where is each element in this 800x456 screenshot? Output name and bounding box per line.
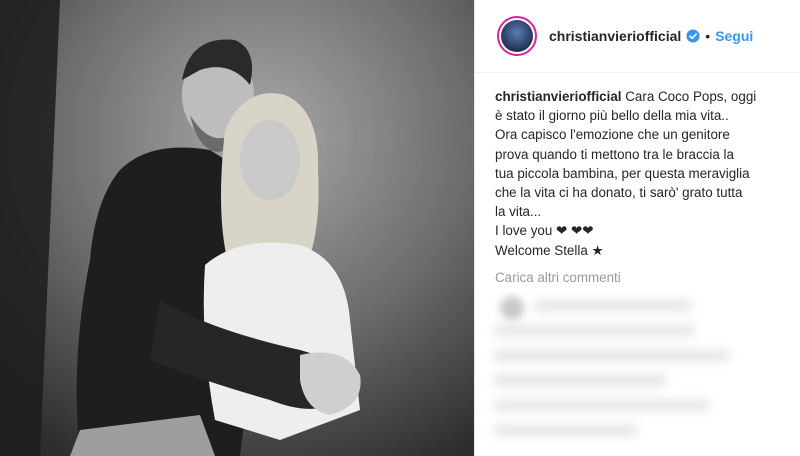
comments-area: christianvieriofficial Cara Coco Pops, o…: [475, 73, 800, 285]
username-link[interactable]: christianvieriofficial: [549, 28, 681, 44]
caption-line: prova quando ti mettono tra le braccia l…: [495, 146, 734, 162]
blurred-row: [494, 375, 666, 386]
caption-line: tua piccola bambina, per questa meravigl…: [495, 165, 750, 181]
blurred-comments: [494, 286, 780, 456]
caption-line: la vita...: [495, 204, 542, 220]
caption-line: Welcome Stella ★: [495, 242, 604, 258]
caption-line: I love you ❤ ❤❤: [495, 223, 594, 239]
load-more-comments-button[interactable]: Carica altri commenti: [495, 270, 781, 285]
caption-line: Cara Coco Pops, oggi: [625, 89, 757, 104]
avatar[interactable]: [497, 16, 537, 56]
blurred-row: [494, 350, 729, 361]
post-header: christianvieriofficial • Segui: [475, 0, 800, 73]
caption-line: che la vita ci ha donato, ti sarò' grato…: [495, 185, 743, 201]
post-photo: [0, 0, 474, 456]
follow-button[interactable]: Segui: [715, 28, 753, 44]
separator-dot: •: [705, 28, 711, 44]
blurred-row: [534, 300, 692, 311]
blurred-row: [494, 400, 709, 411]
post-caption: christianvieriofficial Cara Coco Pops, o…: [495, 87, 781, 260]
avatar-image: [501, 20, 533, 52]
blurred-row: [494, 325, 695, 336]
caption-line: è stato il giorno più bello della mia vi…: [495, 108, 729, 124]
caption-line: Ora capisco l'emozione che un genitore: [495, 127, 730, 143]
photo-illustration: [0, 0, 474, 456]
verified-badge-icon: [686, 29, 700, 43]
blurred-row: [494, 425, 637, 436]
caption-author-link[interactable]: christianvieriofficial: [495, 89, 622, 104]
